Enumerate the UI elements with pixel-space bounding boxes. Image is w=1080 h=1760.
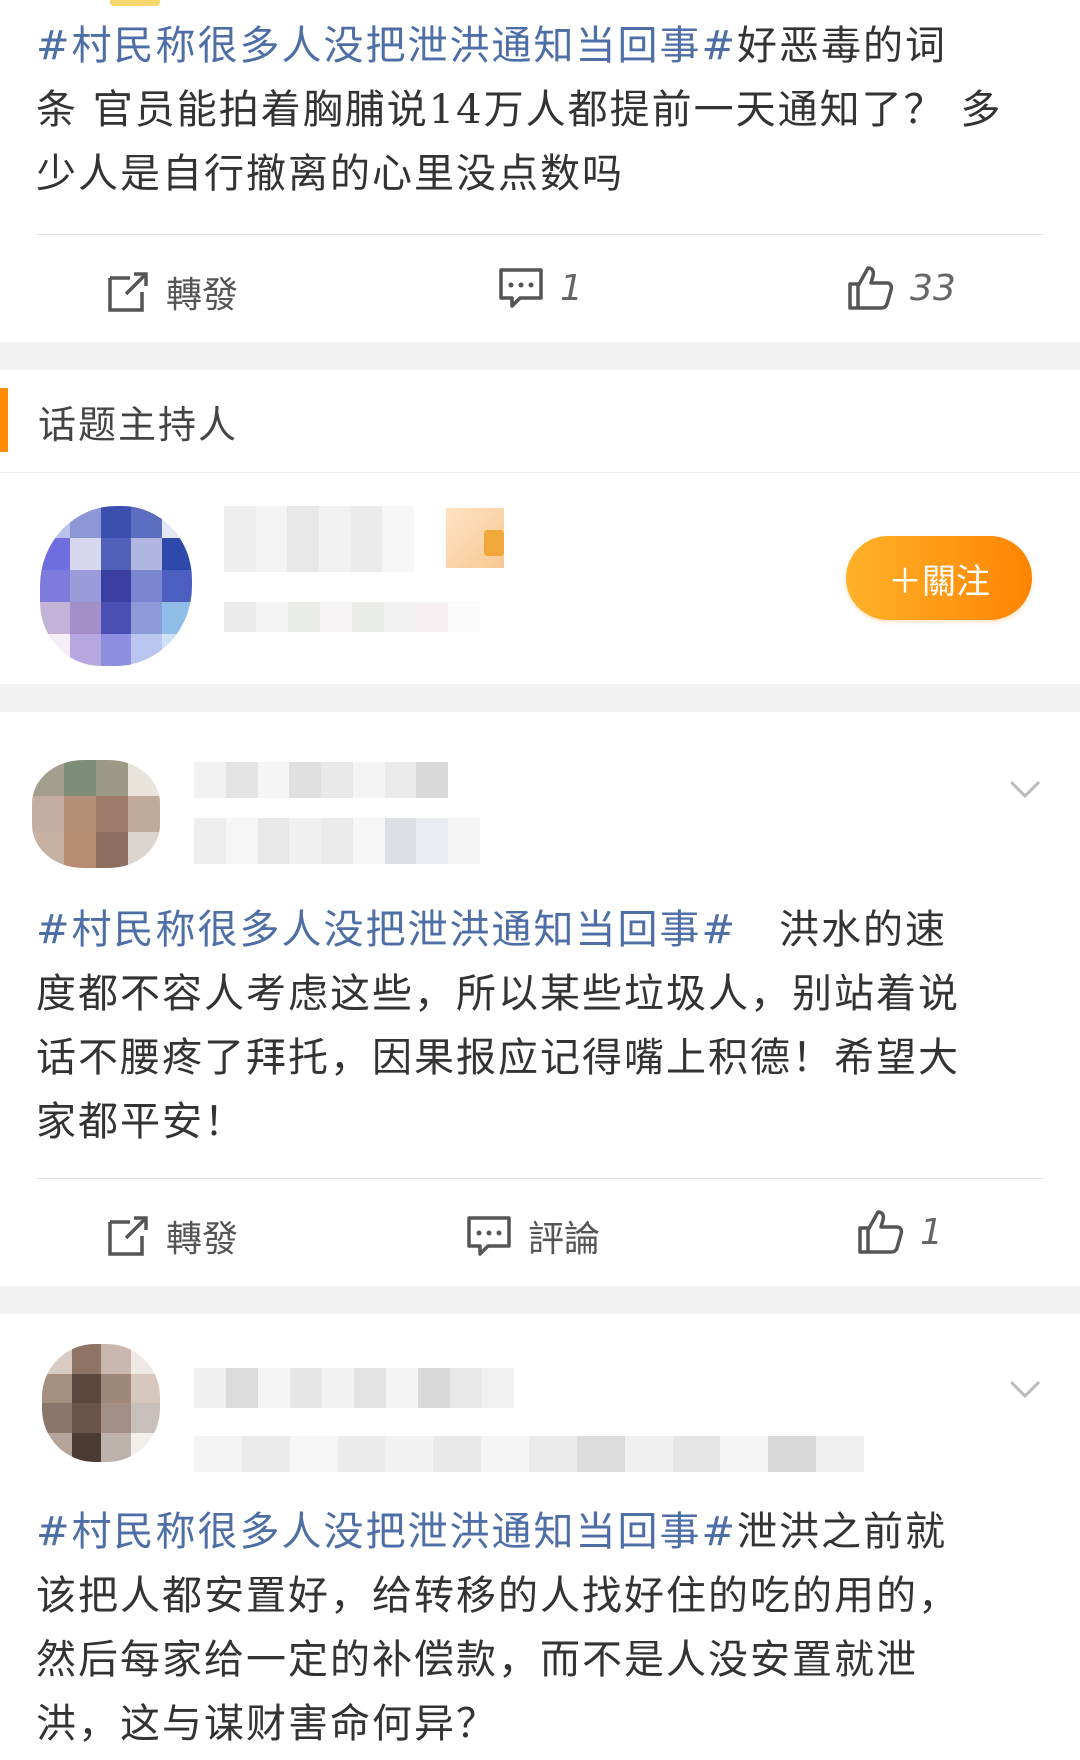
post-2-like-button[interactable]: 1 xyxy=(856,1208,943,1256)
post-2-topic-link[interactable]: #村民称很多人没把泄洪通知当回事# xyxy=(36,907,737,953)
post-2-divider xyxy=(36,1178,1044,1179)
repost-label: 轉發 xyxy=(166,275,239,316)
section-gap xyxy=(0,684,1080,712)
repost-icon xyxy=(108,1216,148,1256)
follow-label: ＋關注 xyxy=(888,561,990,602)
host-section-divider xyxy=(0,472,1080,473)
like-count: 33 xyxy=(910,267,956,309)
post-1-comment-button[interactable]: 1 xyxy=(498,266,583,310)
avatar[interactable] xyxy=(40,506,192,666)
like-count: 1 xyxy=(920,1211,943,1253)
section-gap xyxy=(0,1286,1080,1314)
post-2-line-2: 度都不容人考虑这些，所以某些垃圾人，别站着说 xyxy=(36,971,960,1017)
post-2-line-3: 话不腰疼了拜托，因果报应记得嘴上积德！希望大 xyxy=(36,1035,960,1081)
repost-icon xyxy=(108,272,148,312)
post-3-line-2: 该把人都安置好，给转移的人找好住的吃的用的， xyxy=(36,1573,960,1619)
like-icon xyxy=(848,266,894,310)
post-3-topic-link[interactable]: #村民称很多人没把泄洪通知当回事# xyxy=(36,1509,737,1555)
post-2-meta-redacted xyxy=(194,818,480,864)
post-1-line-1: 好恶毒的词 xyxy=(737,23,948,69)
post-3-text: #村民称很多人没把泄洪通知当回事#泄洪之前就 该把人都安置好，给转移的人找好住的… xyxy=(36,1500,1046,1756)
post-1-topic-link[interactable]: #村民称很多人没把泄洪通知当回事# xyxy=(36,23,737,69)
post-2-repost-button[interactable]: 轉發 xyxy=(106,1210,238,1262)
post-2-line-1: 洪水的速 xyxy=(737,907,948,953)
repost-label: 轉發 xyxy=(166,1219,239,1260)
top-edge-fragment xyxy=(110,0,160,6)
post-1-divider xyxy=(36,234,1044,235)
post-1-line-3: 少人是自行撤离的心里没点数吗 xyxy=(36,151,624,197)
comment-icon xyxy=(499,268,543,308)
host-section-title: 话题主持人 xyxy=(38,403,239,447)
host-section-accent-bar xyxy=(0,388,8,452)
comment-icon xyxy=(467,1216,511,1256)
comment-label: 評論 xyxy=(528,1219,601,1260)
follow-button[interactable]: ＋關注 xyxy=(846,536,1032,620)
chevron-down-icon[interactable] xyxy=(1008,772,1042,806)
post-3-line-4: 洪，这与谋财害命何异？ xyxy=(36,1701,498,1747)
post-1-text: #村民称很多人没把泄洪通知当回事#好恶毒的词 条 官员能拍着胸脯说14万人都提前… xyxy=(36,14,1046,206)
post-1-like-button[interactable]: 33 xyxy=(846,264,956,312)
level-badge-icon xyxy=(484,530,504,556)
post-2-username-redacted xyxy=(194,762,448,798)
host-name-redacted xyxy=(224,506,414,572)
avatar[interactable] xyxy=(42,1344,160,1462)
avatar[interactable] xyxy=(32,760,160,868)
chevron-down-icon[interactable] xyxy=(1008,1372,1042,1406)
comment-count: 1 xyxy=(560,267,583,309)
post-3-meta-redacted xyxy=(194,1436,864,1472)
section-gap xyxy=(0,342,1080,370)
like-icon xyxy=(858,1210,904,1254)
post-1-line-2: 条 官员能拍着胸脯说14万人都提前一天通知了？ 多 xyxy=(36,87,1003,133)
post-2-comment-button[interactable]: 評論 xyxy=(466,1210,600,1262)
post-1-repost-button[interactable]: 轉發 xyxy=(106,266,238,318)
post-2-text: #村民称很多人没把泄洪通知当回事# 洪水的速 度都不容人考虑这些，所以某些垃圾人… xyxy=(36,898,1046,1154)
host-desc-redacted xyxy=(224,602,480,632)
post-3-line-1: 泄洪之前就 xyxy=(737,1509,948,1555)
post-3-username-redacted xyxy=(194,1368,514,1408)
post-2-line-4: 家都平安！ xyxy=(36,1099,246,1145)
post-3-line-3: 然后每家给一定的补偿款，而不是人没安置就泄 xyxy=(36,1637,918,1683)
